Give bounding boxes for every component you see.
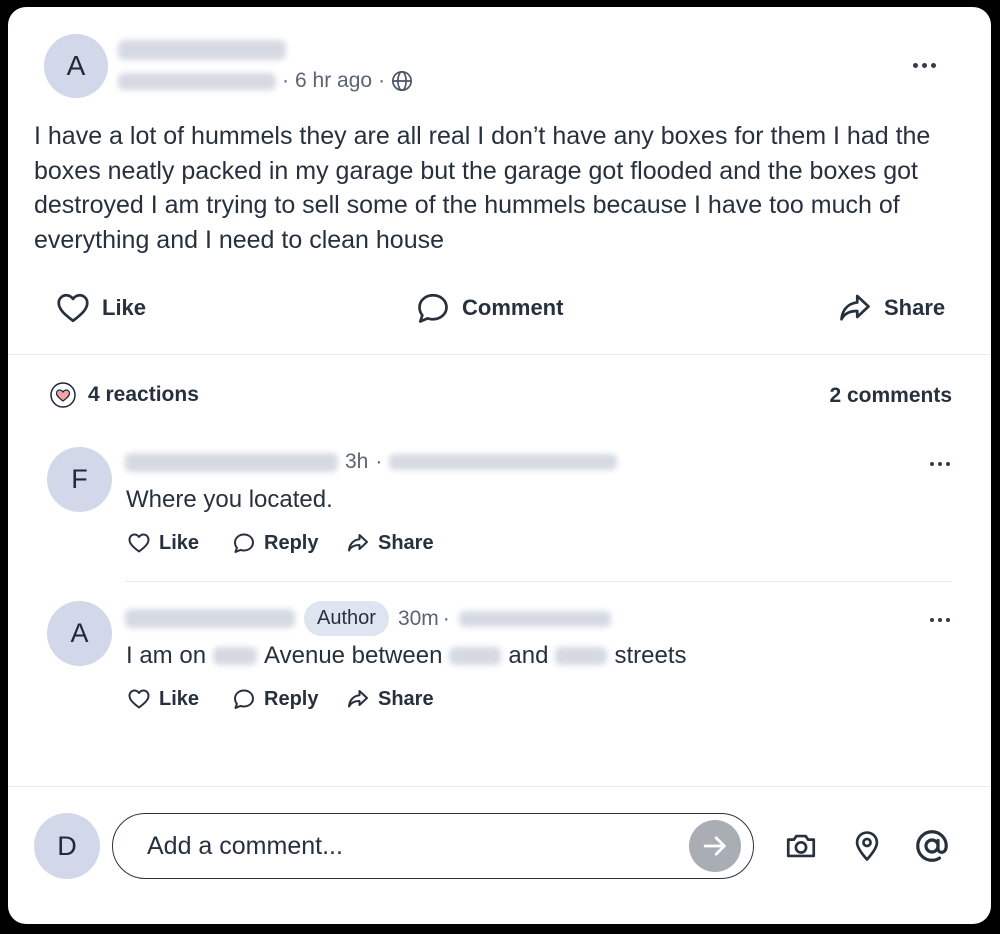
commenter-name-redacted[interactable] <box>125 609 295 628</box>
comment-label: Comment <box>462 295 564 320</box>
commenter-initial: F <box>71 464 88 494</box>
comment-body: Where you located. <box>126 486 333 513</box>
comment-meta: 3h · <box>125 450 618 474</box>
author-location-redacted <box>118 72 276 90</box>
author-avatar[interactable]: A <box>44 34 108 98</box>
post-more-options-icon[interactable] <box>913 63 936 68</box>
commenter-location-redacted <box>389 454 618 470</box>
heart-icon <box>126 687 152 711</box>
like-label: Like <box>159 687 200 710</box>
author-badge: Author <box>304 601 389 636</box>
reaction-heart-icon <box>50 382 76 408</box>
share-arrow-icon <box>345 687 371 711</box>
comment-time: 3h <box>345 450 369 473</box>
comment-more-options-icon[interactable] <box>930 618 950 622</box>
comment-reply-button[interactable]: Reply <box>231 687 318 711</box>
redacted-text <box>213 647 258 665</box>
comment-like-button[interactable]: Like <box>126 531 199 555</box>
post-body: I have a lot of hummels they are all rea… <box>34 122 931 254</box>
comment-reply-button[interactable]: Reply <box>231 531 318 555</box>
comment-like-button[interactable]: Like <box>126 687 199 711</box>
speech-bubble-icon <box>231 687 257 711</box>
heart-icon <box>54 290 92 326</box>
comment-input[interactable] <box>145 830 669 862</box>
speech-bubble-icon <box>231 531 257 555</box>
commenter-name-redacted[interactable] <box>125 452 338 472</box>
post-time: 6 hr ago <box>295 69 373 92</box>
like-button[interactable]: Like <box>54 290 146 326</box>
send-button[interactable] <box>689 820 741 872</box>
post-card: A · 6 hr ago · I have a lot of hummels t… <box>8 7 991 924</box>
reply-label: Reply <box>264 687 319 710</box>
reactions-summary[interactable]: 4 reactions <box>50 382 199 408</box>
comment-share-button[interactable]: Share <box>345 531 434 555</box>
author-name-redacted[interactable] <box>118 40 286 60</box>
current-user-avatar[interactable]: D <box>34 813 100 879</box>
comment-button[interactable]: Comment <box>414 290 563 326</box>
location-pin-icon[interactable] <box>848 827 886 865</box>
camera-icon[interactable] <box>782 827 820 865</box>
comment-input-box[interactable] <box>112 813 754 879</box>
composer-divider <box>8 786 991 787</box>
share-label: Share <box>378 531 434 554</box>
speech-bubble-icon <box>414 290 452 326</box>
comment-meta: Author 30m · <box>125 601 611 636</box>
commenter-avatar[interactable]: F <box>47 447 112 512</box>
comment-more-options-icon[interactable] <box>930 462 950 466</box>
reactions-count: 4 reactions <box>88 383 199 406</box>
like-label: Like <box>102 295 147 320</box>
redacted-text <box>555 647 608 665</box>
globe-icon <box>391 70 413 92</box>
comment-time: 30m <box>397 606 439 630</box>
author-initial: A <box>66 50 86 81</box>
comment-divider <box>125 581 952 582</box>
commenter-avatar[interactable]: A <box>47 601 112 666</box>
share-arrow-icon <box>836 290 874 326</box>
at-sign-icon[interactable] <box>912 826 952 866</box>
commenter-location-redacted <box>458 610 611 627</box>
share-label: Share <box>378 687 434 710</box>
redacted-text <box>449 647 502 665</box>
commenter-initial: A <box>70 618 89 648</box>
comment-share-button[interactable]: Share <box>345 687 434 711</box>
reply-label: Reply <box>264 531 319 554</box>
share-arrow-icon <box>345 531 371 555</box>
comment-body: I am on Avenue between and streets <box>126 642 687 669</box>
comments-count[interactable]: 2 comments <box>829 384 952 408</box>
heart-icon <box>126 531 152 555</box>
current-user-initial: D <box>57 830 77 861</box>
like-label: Like <box>159 531 200 554</box>
divider <box>8 354 991 355</box>
send-arrow-icon <box>701 832 729 860</box>
share-label: Share <box>884 295 946 320</box>
share-button[interactable]: Share <box>836 290 945 326</box>
post-meta: · 6 hr ago · <box>118 69 413 93</box>
